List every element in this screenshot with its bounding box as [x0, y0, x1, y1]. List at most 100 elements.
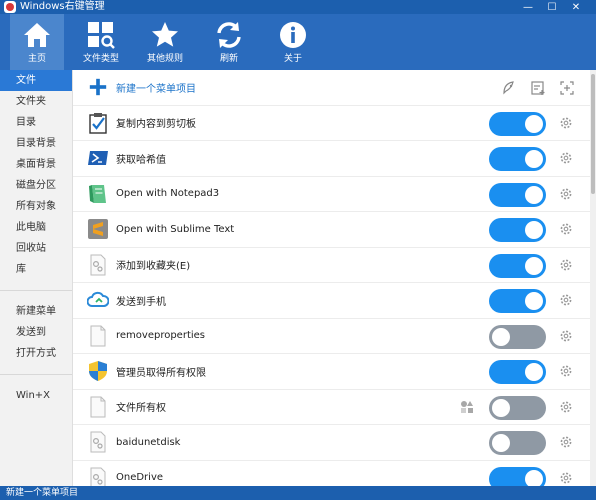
enable-toggle[interactable] [489, 147, 546, 171]
vertical-scrollbar[interactable] [590, 70, 596, 486]
menu-item-name: Open with Notepad3 [116, 188, 220, 200]
enable-toggle[interactable] [489, 289, 546, 313]
add-icon [87, 76, 109, 98]
title-bar: Windows右键管理 — ☐ ✕ [0, 0, 596, 14]
sidebar-item-new-menu[interactable]: 新建菜单 [0, 301, 72, 322]
sidebar-item-disk-partition[interactable]: 磁盘分区 [0, 175, 72, 196]
status-bar: 新建一个菜单项目 [0, 486, 596, 500]
list-item: baidunetdisk [73, 425, 590, 461]
shield-icon [87, 360, 109, 382]
add-shellex-icon[interactable] [530, 80, 546, 96]
tab-other-rules[interactable]: 其他规则 [138, 14, 192, 70]
gear-icon[interactable] [559, 400, 573, 414]
gear-icon[interactable] [559, 187, 573, 201]
tab-home[interactable]: 主页 [10, 14, 64, 70]
gear-icon[interactable] [559, 364, 573, 378]
list-item: 获取哈希值 [73, 141, 590, 177]
sidebar-item-this-pc[interactable]: 此电脑 [0, 217, 72, 238]
sidebar-item-recycle-bin[interactable]: 回收站 [0, 238, 72, 259]
gear-icon[interactable] [559, 222, 573, 236]
scrollbar-thumb[interactable] [591, 74, 595, 194]
gear-icon[interactable] [559, 435, 573, 449]
menu-item-name: 获取哈希值 [116, 154, 166, 166]
notepad-icon [87, 183, 109, 205]
window-title: Windows右键管理 [20, 1, 105, 12]
tab-home-label: 主页 [27, 54, 46, 64]
list-item: Open with Notepad3 [73, 177, 590, 212]
menu-item-list: 新建一个菜单项目 复制内容到剪切板 获取哈希值 Open with Notepa… [73, 70, 590, 496]
sidebar-item-open-with[interactable]: 打开方式 [0, 343, 72, 364]
enable-toggle[interactable] [489, 431, 546, 455]
tab-other-rules-label: 其他规则 [146, 54, 183, 64]
enable-toggle[interactable] [489, 324, 546, 349]
menu-item-name: Open with Sublime Text [116, 223, 235, 235]
sidebar-item-all-objects[interactable]: 所有对象 [0, 196, 72, 217]
list-item: 发送到手机 [73, 283, 590, 319]
tab-refresh-label: 刷新 [219, 54, 238, 64]
enable-toggle[interactable] [489, 111, 546, 136]
enable-toggle[interactable] [489, 182, 546, 207]
tab-refresh[interactable]: 刷新 [202, 14, 256, 70]
tab-about-label: 关于 [283, 54, 302, 64]
gear-icon[interactable] [559, 151, 573, 165]
list-item: 文件所有权 [73, 390, 590, 425]
enable-toggle[interactable] [489, 218, 546, 242]
blank-file-icon [87, 396, 109, 418]
refresh-icon [217, 22, 241, 48]
clipboard-check-icon [87, 112, 109, 134]
shell-icon[interactable] [501, 80, 517, 96]
tab-about[interactable]: 关于 [266, 14, 320, 70]
gear-icon[interactable] [559, 116, 573, 130]
blank-file-icon [87, 325, 109, 347]
sidebar-item-directory[interactable]: 目录 [0, 112, 72, 133]
gear-icon[interactable] [559, 258, 573, 272]
menu-item-name: 复制内容到剪切板 [116, 119, 196, 131]
menu-item-name: 添加到收藏夹(E) [116, 261, 191, 273]
list-item: 复制内容到剪切板 [73, 106, 590, 141]
sidebar-divider [0, 374, 72, 375]
home-icon [24, 23, 50, 47]
sidebar-divider [0, 290, 72, 291]
menu-item-name: 发送到手机 [116, 296, 166, 308]
gear-icon[interactable] [559, 471, 573, 485]
list-item: Open with Sublime Text [73, 212, 590, 248]
menu-item-name: 文件所有权 [116, 403, 166, 415]
list-item: removeproperties [73, 319, 590, 354]
menu-item-name: OneDrive [116, 472, 164, 484]
generic-file-icon [87, 431, 109, 453]
gear-icon[interactable] [559, 329, 573, 343]
sidebar-item-library[interactable]: 库 [0, 259, 72, 280]
enable-toggle[interactable] [489, 360, 546, 384]
gear-icon[interactable] [559, 293, 573, 307]
new-menu-item-label: 新建一个菜单项目 [116, 83, 196, 95]
menu-item-name: baidunetdisk [116, 436, 181, 448]
sidebar: 文件 文件夹 目录 目录背景 桌面背景 磁盘分区 所有对象 此电脑 回收站 库 … [0, 70, 73, 486]
sidebar-item-winx[interactable]: Win+X [0, 385, 72, 406]
list-item: 管理员取得所有权限 [73, 354, 590, 390]
close-button[interactable]: ✕ [556, 0, 596, 14]
tab-file-types-label: 文件类型 [82, 54, 119, 64]
generic-file-icon [87, 254, 109, 276]
sidebar-item-directory-background[interactable]: 目录背景 [0, 133, 72, 154]
new-menu-item-row[interactable]: 新建一个菜单项目 [73, 70, 590, 106]
enable-toggle[interactable] [489, 253, 546, 278]
sidebar-item-file[interactable]: 文件 [0, 70, 72, 91]
file-types-icon [88, 22, 115, 49]
tab-file-types[interactable]: 文件类型 [74, 14, 128, 70]
sidebar-item-desktop-background[interactable]: 桌面背景 [0, 154, 72, 175]
enable-toggle[interactable] [489, 395, 546, 420]
shapes-icon[interactable] [460, 400, 474, 414]
cloud-icon [87, 289, 109, 311]
sidebar-item-folder[interactable]: 文件夹 [0, 91, 72, 112]
star-icon [152, 22, 178, 47]
sublime-icon [87, 218, 109, 240]
menu-item-name: removeproperties [116, 330, 206, 342]
menu-item-name: 管理员取得所有权限 [116, 367, 206, 379]
sidebar-item-send-to[interactable]: 发送到 [0, 322, 72, 343]
list-item: 添加到收藏夹(E) [73, 248, 590, 283]
powershell-icon [87, 147, 109, 169]
app-logo-icon [4, 1, 16, 13]
info-icon [280, 22, 306, 48]
toolbar: 主页 文件类型 其他规则 刷新 关于 [0, 14, 596, 70]
add-guid-icon[interactable] [559, 80, 575, 96]
